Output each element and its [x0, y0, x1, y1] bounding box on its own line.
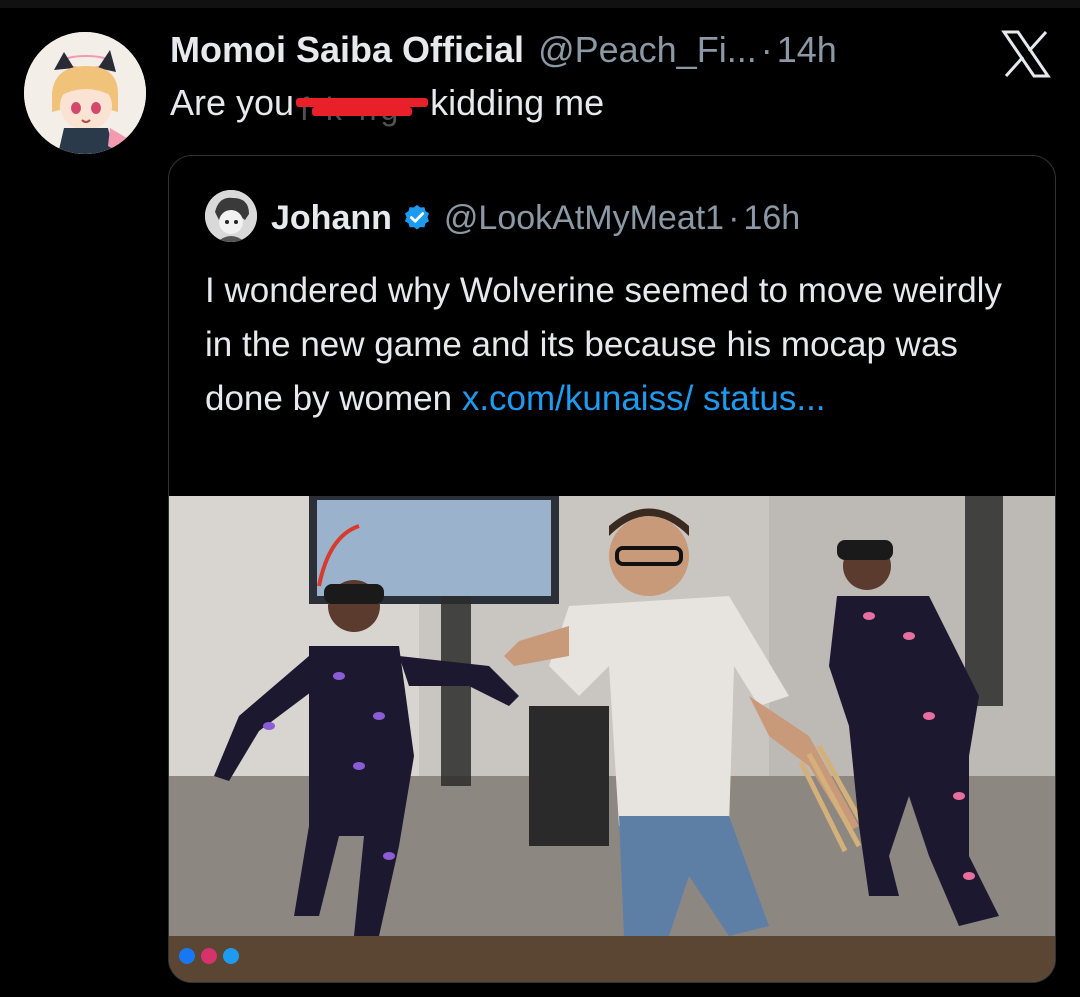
- tweet-text-end: kidding me: [430, 82, 605, 123]
- quoted-author-name[interactable]: Johann: [271, 199, 392, 238]
- sketch-avatar-icon: [205, 190, 257, 242]
- anime-girl-avatar-icon: [24, 32, 146, 154]
- quoted-tweet-header: Johann @LookAtMyMeat1 · 16h: [271, 196, 800, 240]
- top-strip: [0, 0, 1080, 8]
- quoted-tweet-text: I wondered why Wolverine seemed to move …: [205, 264, 1025, 426]
- mocap-photo[interactable]: [169, 496, 1055, 982]
- quoted-tweet-time[interactable]: 16h: [743, 199, 800, 238]
- mocap-photo-image: [169, 496, 1055, 982]
- author-name[interactable]: Momoi Saiba Official: [170, 29, 524, 71]
- quoted-tweet-link[interactable]: x.com/kunaiss/ status...: [462, 379, 826, 418]
- verified-badge-icon: [404, 204, 429, 230]
- tweet-text-start: Are you: [170, 82, 295, 123]
- tweet-time[interactable]: 14h: [777, 29, 837, 71]
- x-logo-icon[interactable]: [1000, 30, 1052, 78]
- quoted-author-handle[interactable]: @LookAtMyMeat1: [444, 199, 724, 238]
- tweet-header: Momoi Saiba Official @Peach_Fi... · 14h: [170, 28, 837, 72]
- quoted-tweet-card[interactable]: Johann @LookAtMyMeat1 · 16h I wondered w…: [168, 155, 1056, 983]
- censor-bar: [312, 107, 413, 116]
- separator-dot: ·: [728, 198, 740, 237]
- quoted-author-avatar[interactable]: [205, 190, 257, 242]
- tweet-text: Are you f k ng kidding me: [170, 82, 605, 127]
- censor-scribble: f k ng: [296, 85, 429, 127]
- author-avatar[interactable]: [24, 32, 146, 154]
- separator-dot: ·: [760, 29, 773, 70]
- censor-bar: [296, 98, 429, 107]
- author-handle[interactable]: @Peach_Fi...: [538, 29, 757, 71]
